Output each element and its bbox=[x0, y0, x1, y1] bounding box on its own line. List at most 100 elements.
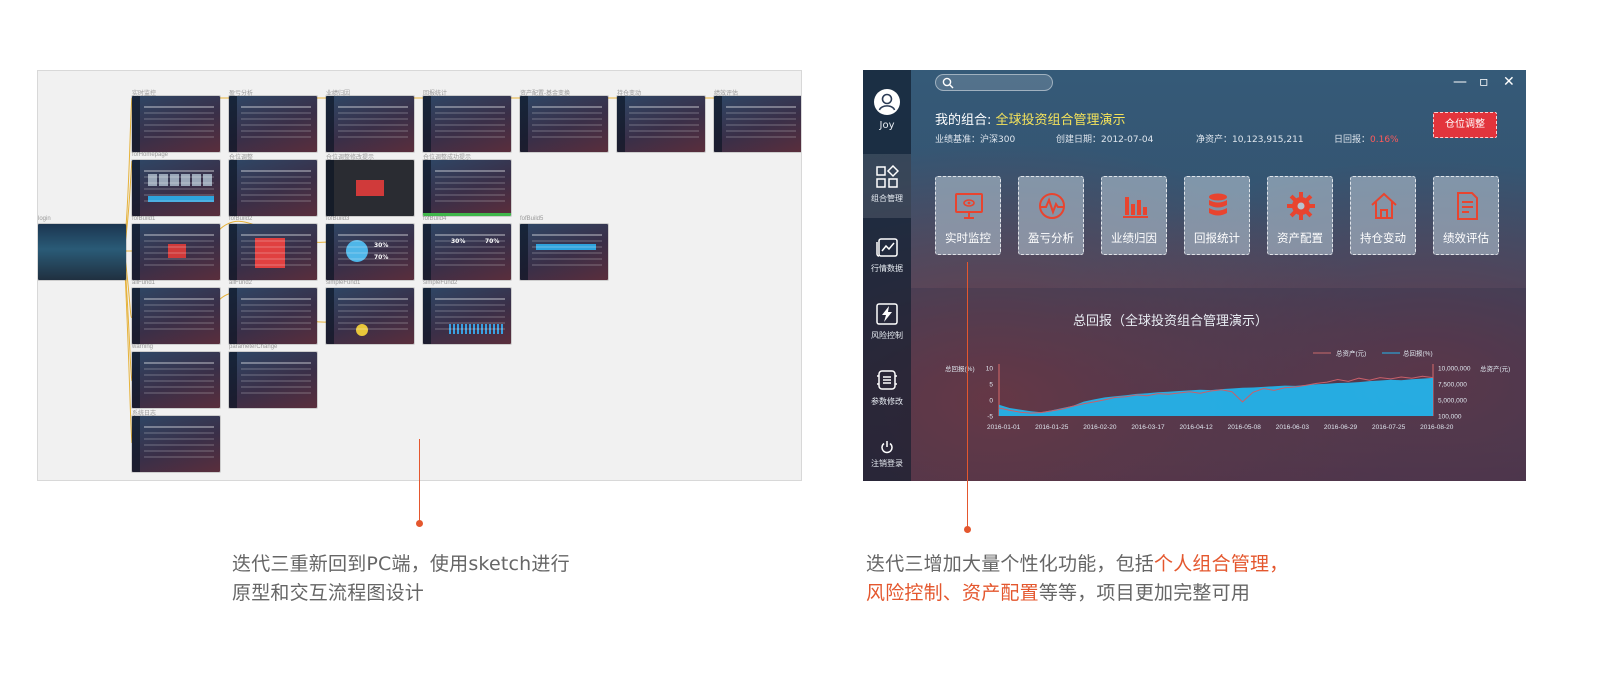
x-tick: 2016-04-12 bbox=[1180, 424, 1214, 431]
gear-icon bbox=[1287, 192, 1315, 220]
y-tick-right: 100,000 bbox=[1438, 414, 1462, 421]
y-tick-left: 10 bbox=[986, 366, 994, 373]
thumb-login[interactable] bbox=[38, 224, 126, 280]
monitor-icon bbox=[955, 193, 983, 219]
thumb-screen[interactable] bbox=[132, 352, 220, 408]
sidebar-item-portfolio[interactable]: 组合管理 bbox=[863, 154, 911, 218]
bar-strip bbox=[449, 324, 505, 334]
x-tick: 2016-02-20 bbox=[1083, 424, 1117, 431]
thumb-screen[interactable] bbox=[132, 288, 220, 344]
user-name: Joy bbox=[879, 120, 895, 131]
y-tick-left: 5 bbox=[989, 382, 993, 389]
thumb-label: fofBuild5 bbox=[520, 216, 544, 222]
sidebar-item-label: 风险控制 bbox=[871, 331, 903, 340]
caption-text: 迭代三增加大量个性化功能，包括 bbox=[866, 553, 1155, 575]
tile-attribution[interactable]: 业绩归因 bbox=[1101, 176, 1167, 255]
tile-pnl-analysis[interactable]: 盈亏分析 bbox=[1018, 176, 1084, 255]
thumb-screen[interactable] bbox=[326, 288, 414, 344]
thumb-screen[interactable] bbox=[326, 96, 414, 152]
pie-label: 30% bbox=[451, 238, 466, 245]
rebalance-button[interactable]: 仓位调整 bbox=[1433, 112, 1497, 138]
sidebar-item-label: 参数修改 bbox=[871, 397, 903, 406]
thumb-screen[interactable] bbox=[132, 224, 220, 280]
net-assets: 净资产：10,123,915,211 bbox=[1196, 135, 1304, 145]
tile-performance-eval[interactable]: 绩效评估 bbox=[1433, 176, 1499, 255]
power-icon bbox=[881, 441, 893, 454]
thumb-label: warning bbox=[132, 344, 154, 350]
thumb-screen[interactable] bbox=[423, 160, 511, 216]
right-caption: 迭代三增加大量个性化功能，包括个人组合管理， 风险控制、资产配置等等，项目更加完… bbox=[866, 550, 1288, 608]
dialog-box bbox=[356, 180, 384, 196]
thumb-screen[interactable] bbox=[132, 160, 220, 216]
thumb-screen[interactable] bbox=[132, 96, 220, 152]
portfolio-title: 我的组合: 全球投资组合管理演示 bbox=[935, 109, 1126, 128]
thumb-screen[interactable] bbox=[229, 352, 317, 408]
tile-realtime-monitor[interactable]: 实时监控 bbox=[935, 176, 1001, 255]
chart-window-icon bbox=[876, 238, 898, 257]
thumb-screen[interactable] bbox=[229, 160, 317, 216]
y-tick-right: 5,000,000 bbox=[1438, 398, 1467, 405]
callout-dot bbox=[964, 526, 971, 533]
pulse-circle-icon bbox=[1039, 193, 1065, 219]
area-strip bbox=[148, 196, 214, 202]
sidebar: Joy 组合管理 行情数据 风险控制 参数修改 注销登录 bbox=[863, 70, 911, 481]
user-profile[interactable]: Joy bbox=[863, 88, 911, 131]
thumb-label: fofBuild2 bbox=[229, 216, 253, 222]
chart-plot bbox=[998, 375, 1434, 416]
daily-return-label: 日回报： bbox=[1334, 135, 1371, 145]
tile-label: 业绩归因 bbox=[1111, 231, 1157, 245]
daily-return: 日回报：0.16% bbox=[1334, 132, 1399, 145]
x-tick: 2016-05-08 bbox=[1228, 424, 1262, 431]
daily-return-value: 0.16% bbox=[1370, 135, 1399, 145]
thumb-screen[interactable]: 30% 70% bbox=[326, 224, 414, 280]
thumb-screen[interactable] bbox=[520, 96, 608, 152]
logout-button[interactable]: 注销登录 bbox=[863, 440, 911, 469]
return-chart: 总资产(元) 总回报(%) 总回报(%) 总资产(元) 10 5 0 -5 10,000… bbox=[945, 349, 1510, 432]
tile-asset-allocation[interactable]: 资产配置 bbox=[1267, 176, 1333, 255]
thumb-label: allFund2 bbox=[229, 280, 253, 286]
thumb-screen[interactable] bbox=[714, 96, 801, 152]
tile-label: 回报统计 bbox=[1194, 231, 1240, 245]
thumb-screen[interactable] bbox=[229, 224, 317, 280]
thumb-screen[interactable]: 30% 70% bbox=[423, 224, 511, 280]
thumb-label: fofBuild4 bbox=[423, 216, 447, 222]
sidebar-item-label: 组合管理 bbox=[871, 194, 903, 203]
close-button[interactable]: ✕ bbox=[1503, 73, 1515, 91]
chart-legend: 总资产(元) 总回报(%) bbox=[1313, 349, 1433, 358]
pie-label: 30% bbox=[374, 242, 389, 249]
document-icon bbox=[1457, 192, 1478, 220]
thumb-screen[interactable] bbox=[229, 288, 317, 344]
sidebar-item-market[interactable]: 行情数据 bbox=[863, 235, 911, 274]
thumb-screen[interactable] bbox=[423, 288, 511, 344]
y-tick-left: 0 bbox=[989, 398, 993, 405]
created-date: 创建日期：2012-07-04 bbox=[1056, 135, 1154, 145]
y-tick-left: -5 bbox=[987, 414, 993, 421]
thumb-screen[interactable] bbox=[132, 416, 220, 472]
sidebar-item-params[interactable]: 参数修改 bbox=[863, 368, 911, 407]
search-icon bbox=[942, 77, 954, 89]
x-tick: 2016-01-25 bbox=[1035, 424, 1069, 431]
search-input[interactable] bbox=[935, 74, 1053, 91]
pie-shape bbox=[346, 240, 368, 262]
portfolio-title-prefix: 我的组合: bbox=[935, 113, 992, 128]
minimize-button[interactable]: — bbox=[1453, 73, 1467, 91]
thumb-screen[interactable] bbox=[617, 96, 705, 152]
tile-label: 实时监控 bbox=[945, 231, 991, 245]
tile-return-stats[interactable]: 回报统计 bbox=[1184, 176, 1250, 255]
pie-shape bbox=[356, 324, 368, 336]
area-strip bbox=[536, 244, 596, 250]
maximize-button[interactable]: ▫ bbox=[1479, 73, 1489, 91]
bar-chart-icon bbox=[1123, 197, 1148, 218]
tile-row bbox=[148, 174, 214, 186]
thumb-screen[interactable] bbox=[520, 224, 608, 280]
tile-position-change[interactable]: 持仓变动 bbox=[1350, 176, 1416, 255]
house-icon bbox=[1371, 192, 1397, 219]
x-tick: 2016-06-03 bbox=[1276, 424, 1310, 431]
thumb-screen[interactable] bbox=[423, 96, 511, 152]
sidebar-item-label: 行情数据 bbox=[871, 264, 903, 273]
thumb-screen[interactable] bbox=[229, 96, 317, 152]
thumb-screen[interactable] bbox=[326, 160, 414, 216]
caption-line: 迭代三增加大量个性化功能，包括个人组合管理， bbox=[866, 550, 1288, 579]
return-area bbox=[999, 377, 1433, 416]
benchmark-text: 业绩基准：沪深300 bbox=[935, 135, 1016, 145]
